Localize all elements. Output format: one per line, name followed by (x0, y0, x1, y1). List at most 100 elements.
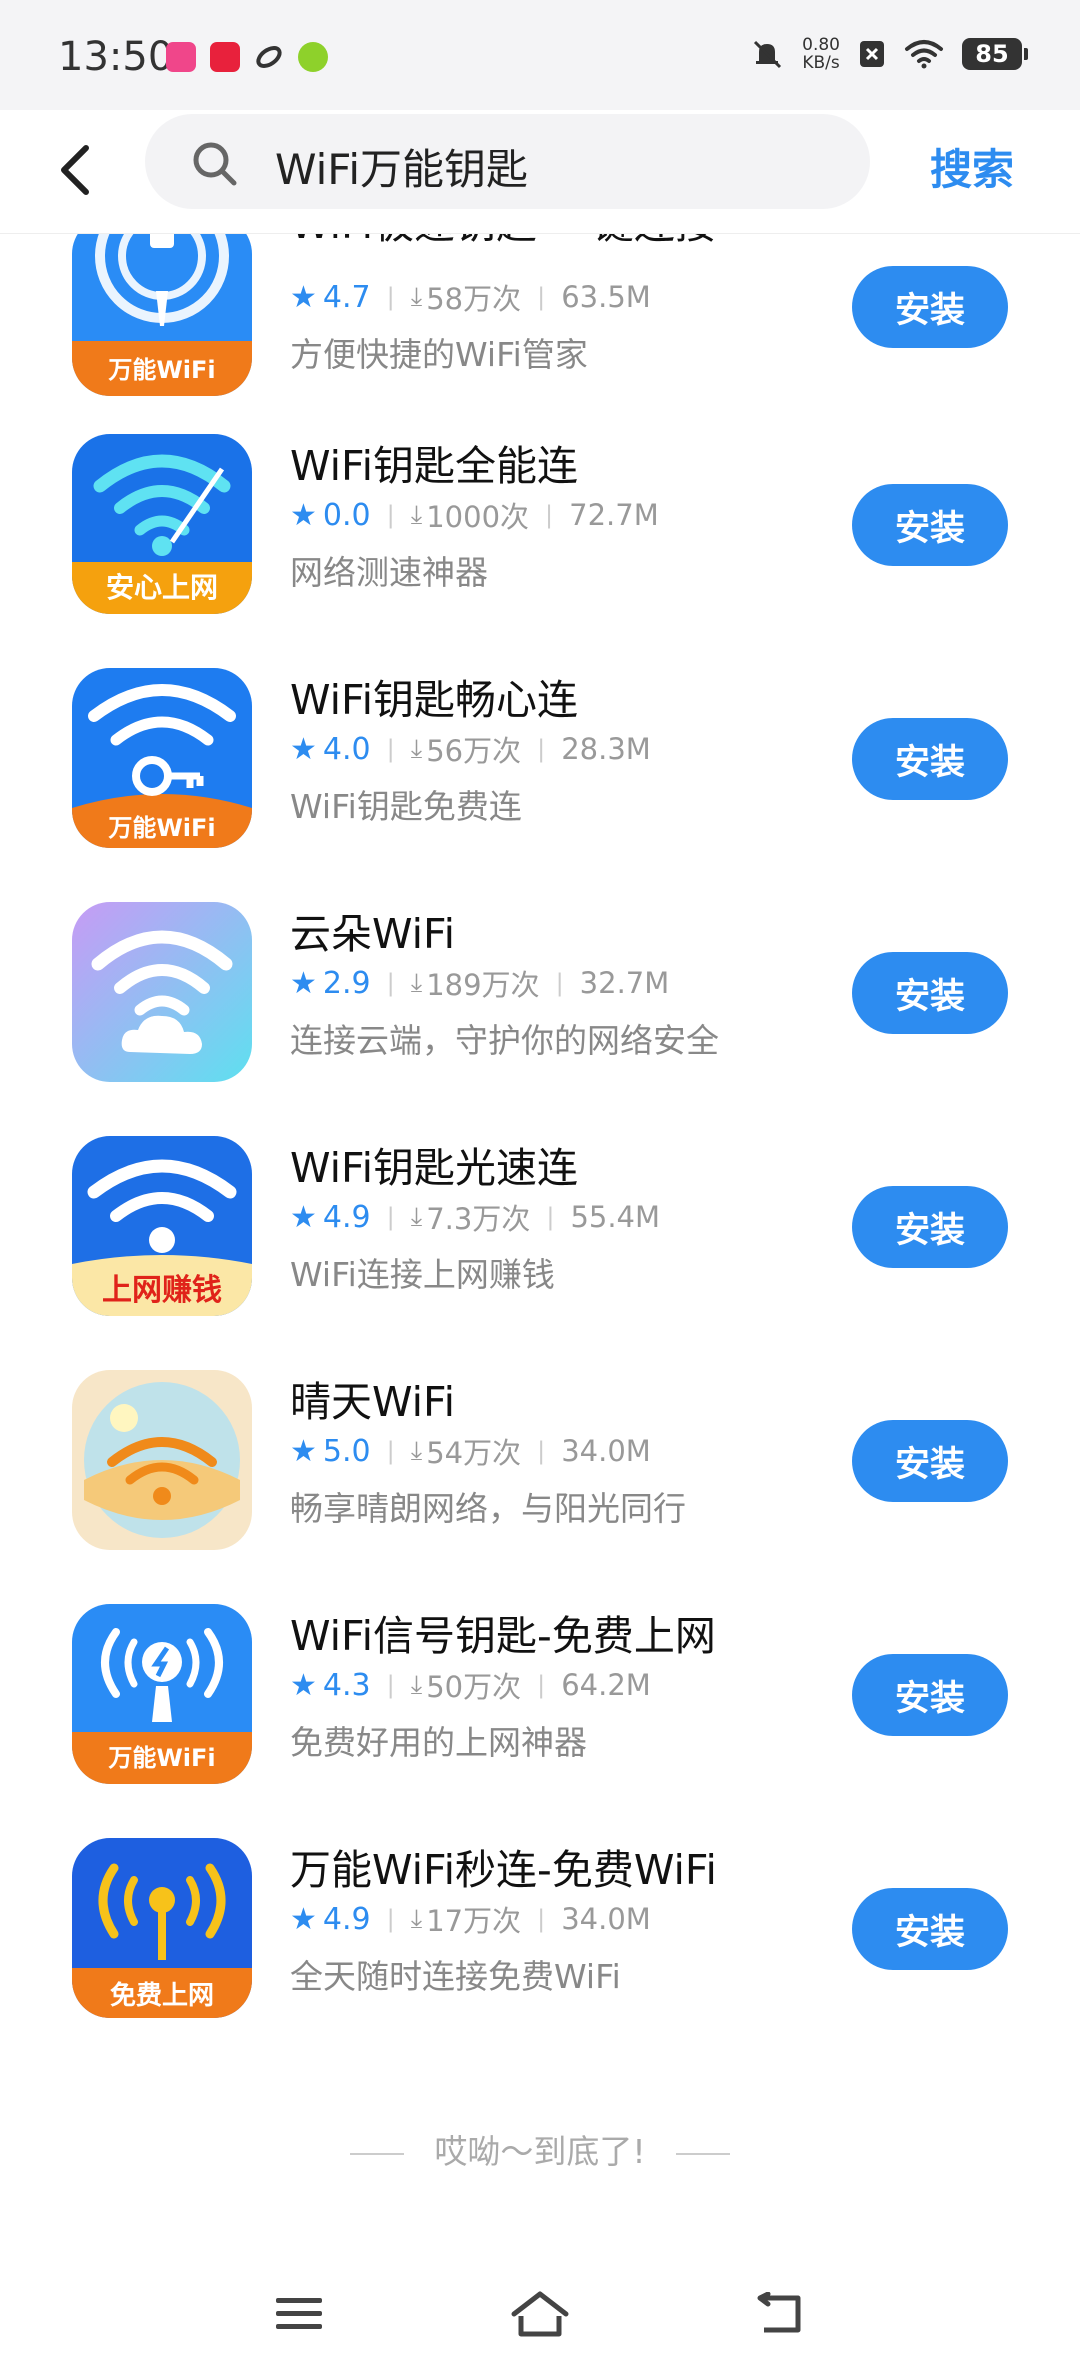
install-button[interactable]: 安装 (852, 952, 1008, 1034)
search-button[interactable]: 搜索 (930, 136, 1014, 197)
app-name: 云朵WiFi (290, 910, 456, 958)
download-icon: ⤓ (410, 499, 423, 530)
sim-x-icon (860, 41, 884, 67)
app-meta: ★ 4.7 | ⤓ 58万次 | 63.5M (290, 276, 651, 318)
app-name: 晴天WiFi (290, 1378, 456, 1426)
install-button[interactable]: 安装 (852, 1654, 1008, 1736)
list-item[interactable]: 安心上网 WiFi钥匙全能连 ★ 0.0 | ⤓ 1000次 | 72.7M 网… (0, 434, 1080, 668)
search-icon (193, 142, 237, 186)
app-icon-label: 万能WiFi (108, 1744, 215, 1772)
app-size: 63.5M (561, 280, 651, 314)
separator: | (537, 1437, 546, 1465)
home-button[interactable] (500, 2284, 580, 2344)
star-icon: ★ (290, 1667, 317, 1703)
status-right-icons: 0.80 KB/s 85 (750, 36, 1028, 72)
app-description: WiFi钥匙免费连 (290, 787, 522, 826)
app-name: WiFi钥匙全能连 (290, 442, 579, 490)
install-button[interactable]: 安装 (852, 266, 1008, 348)
install-button[interactable]: 安装 (852, 484, 1008, 566)
app-name: WiFi钥匙畅心连 (290, 676, 579, 724)
app-rating: 2.9 (322, 965, 371, 1001)
screen: 万能WiFi WiFi极速钥匙-一键连接 ★ 4.7 | ⤓ 58万次 | 63… (0, 0, 1080, 2376)
app-size: 28.3M (561, 732, 651, 766)
app-rating: 4.3 (322, 1667, 371, 1703)
network-speed-value: 0.80 (802, 35, 840, 55)
star-icon: ★ (290, 1433, 317, 1469)
status-time: 13:50 (58, 34, 174, 80)
download-icon: ⤓ (410, 1669, 423, 1700)
app-icon-label: 安心上网 (106, 571, 218, 604)
network-speed: 0.80 KB/s (802, 36, 840, 72)
app-downloads: 50万次 (426, 1670, 522, 1704)
app-size: 55.4M (570, 1200, 661, 1234)
install-button[interactable]: 安装 (852, 1888, 1008, 1970)
status-bar: 13:50 0.80 KB/s 85 (0, 0, 1080, 110)
list-item[interactable]: 免费上网 万能WiFi秒连-免费WiFi ★ 4.9 | ⤓ 17万次 | 34… (0, 1838, 1080, 2072)
list-item[interactable]: 万能WiFi WiFi信号钥匙-免费上网 ★ 4.3 | ⤓ 50万次 | 64… (0, 1604, 1080, 1838)
app-description: 网络测速神器 (290, 553, 488, 592)
download-icon: ⤓ (410, 281, 423, 312)
app-description: WiFi连接上网赚钱 (290, 1255, 555, 1294)
app-size: 34.0M (561, 1434, 651, 1468)
separator: | (386, 1203, 395, 1231)
app-icon-sunny-wifi[interactable] (72, 1370, 252, 1550)
app-downloads: 54万次 (426, 1436, 522, 1470)
list-item[interactable]: 云朵WiFi ★ 2.9 | ⤓ 189万次 | 32.7M 连接云端，守护你的… (0, 902, 1080, 1136)
list-item[interactable]: 晴天WiFi ★ 5.0 | ⤓ 54万次 | 34.0M 畅享晴朗网络，与阳光… (0, 1370, 1080, 1604)
separator: | (386, 735, 395, 763)
app-icon-wifi-signal-key[interactable]: 万能WiFi (72, 1604, 252, 1784)
app-meta: ★ 4.9 | ⤓ 7.3万次 | 55.4M (290, 1196, 660, 1238)
app-size: 34.0M (561, 1902, 651, 1936)
app-name: WiFi钥匙光速连 (290, 1144, 579, 1192)
app-rating: 4.9 (322, 1199, 371, 1235)
divider (675, 2152, 730, 2155)
app-icon-wifi-key-light[interactable]: 上网赚钱 (72, 1136, 252, 1316)
app-rating: 4.0 (322, 731, 371, 767)
separator: | (386, 969, 395, 997)
mute-bell-icon (754, 40, 782, 69)
separator: | (545, 501, 554, 529)
app-size: 72.7M (569, 498, 659, 532)
app-icon-wifi-key-all[interactable]: 安心上网 (72, 434, 252, 614)
divider (350, 2152, 405, 2155)
app-icon-wifi-key-smooth[interactable]: 万能WiFi (72, 668, 252, 848)
separator: | (386, 1905, 395, 1933)
separator: | (537, 735, 546, 763)
star-icon: ★ (290, 279, 317, 315)
end-of-list-text: 哎呦～到底了! (0, 2125, 1080, 2173)
separator: | (555, 969, 564, 997)
app-icon-label: 免费上网 (110, 1980, 214, 2011)
app-icon-label: 万能WiFi (108, 356, 215, 384)
search-input[interactable]: WiFi万能钥匙 (145, 114, 870, 209)
app-size: 64.2M (561, 1668, 651, 1702)
list-item[interactable]: 万能WiFi WiFi极速钥匙-一键连接 ★ 4.7 | ⤓ 58万次 | 63… (0, 200, 1080, 450)
app-icon-universal-wifi-fast[interactable]: 免费上网 (72, 1838, 252, 2018)
install-button[interactable]: 安装 (852, 1186, 1008, 1268)
star-icon: ★ (290, 1901, 317, 1937)
star-icon: ★ (290, 497, 317, 533)
app-downloads: 58万次 (426, 282, 522, 316)
app-meta: ★ 0.0 | ⤓ 1000次 | 72.7M (290, 494, 659, 536)
search-header: WiFi万能钥匙 搜索 (0, 110, 1080, 234)
end-of-list-label: 哎呦～到底了! (434, 2132, 646, 2171)
app-meta: ★ 2.9 | ⤓ 189万次 | 32.7M (290, 962, 669, 1004)
search-query-text: WiFi万能钥匙 (275, 145, 529, 194)
recent-apps-button[interactable] (259, 2284, 339, 2344)
back-nav-button[interactable] (740, 2284, 820, 2344)
separator: | (537, 1905, 546, 1933)
install-button[interactable]: 安装 (852, 718, 1008, 800)
app-meta: ★ 4.0 | ⤓ 56万次 | 28.3M (290, 728, 651, 770)
separator: | (386, 1671, 395, 1699)
app-name: 万能WiFi秒连-免费WiFi (290, 1846, 717, 1894)
app-icon-cloud-wifi[interactable] (72, 902, 252, 1082)
download-icon: ⤓ (410, 967, 423, 998)
star-icon: ★ (290, 731, 317, 767)
list-item[interactable]: 万能WiFi WiFi钥匙畅心连 ★ 4.0 | ⤓ 56万次 | 28.3M … (0, 668, 1080, 902)
list-item[interactable]: 上网赚钱 WiFi钥匙光速连 ★ 4.9 | ⤓ 7.3万次 | 55.4M W… (0, 1136, 1080, 1370)
app-rating: 5.0 (322, 1433, 371, 1469)
app-downloads: 17万次 (426, 1904, 522, 1938)
app-icon-label: 万能WiFi (108, 814, 215, 842)
app-icon-wifi-speed-key[interactable]: 万能WiFi (72, 216, 252, 396)
install-button[interactable]: 安装 (852, 1420, 1008, 1502)
back-button[interactable] (54, 132, 114, 208)
